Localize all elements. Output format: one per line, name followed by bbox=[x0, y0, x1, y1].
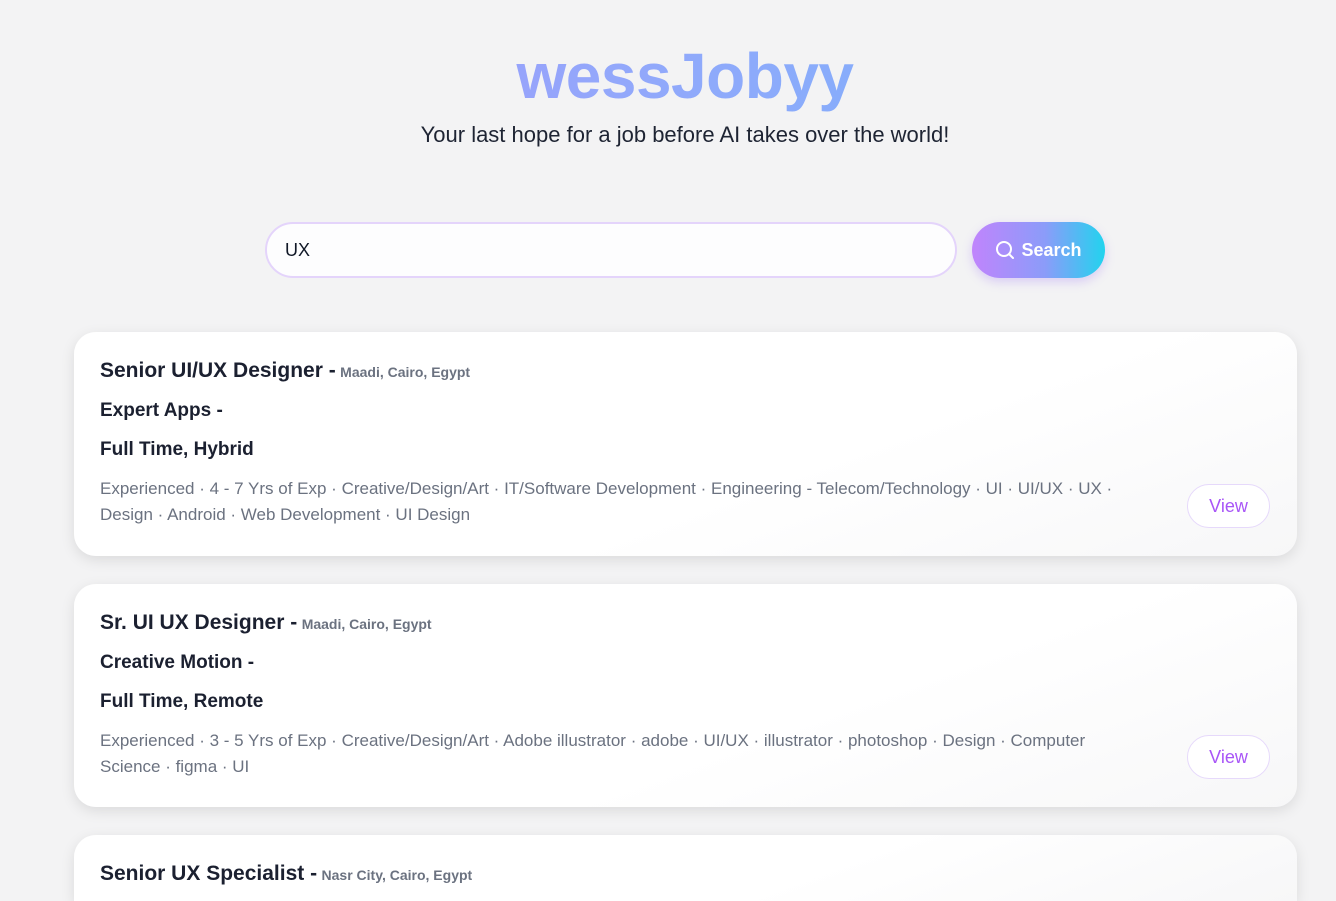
job-title: Sr. UI UX Designer - bbox=[100, 611, 298, 634]
job-location: Maadi, Cairo, Egypt bbox=[301, 616, 432, 632]
search-button-label: Search bbox=[1021, 239, 1082, 260]
job-tags: Experienced · 4 - 7 Yrs of Exp · Creativ… bbox=[100, 479, 1113, 524]
job-card: Sr. UI UX Designer - Maadi, Cairo, Egypt… bbox=[74, 584, 1297, 807]
brand-title: wessJobyy bbox=[0, 38, 1336, 114]
job-title-row: Sr. UI UX Designer - Maadi, Cairo, Egypt bbox=[100, 611, 432, 635]
job-company: Creative Motion - bbox=[100, 652, 255, 673]
job-title: Senior UX Specialist - bbox=[100, 862, 318, 885]
job-location: Maadi, Cairo, Egypt bbox=[340, 364, 471, 380]
search-button[interactable]: Search bbox=[972, 222, 1105, 278]
job-card: Senior UI/UX Designer - Maadi, Cairo, Eg… bbox=[74, 332, 1297, 556]
job-type: Full Time, Remote bbox=[100, 691, 264, 712]
search-icon bbox=[995, 240, 1015, 260]
job-location: Nasr City, Cairo, Egypt bbox=[321, 867, 473, 883]
job-type: Full Time, Hybrid bbox=[100, 439, 254, 460]
job-title: Senior UI/UX Designer - bbox=[100, 359, 336, 382]
tagline: Your last hope for a job before AI takes… bbox=[420, 122, 950, 147]
job-card: Senior UX Specialist - Nasr City, Cairo,… bbox=[74, 835, 1297, 901]
job-title-row: Senior UI/UX Designer - Maadi, Cairo, Eg… bbox=[100, 359, 470, 383]
search-input[interactable] bbox=[265, 222, 957, 278]
job-tags: Experienced · 3 - 5 Yrs of Exp · Creativ… bbox=[100, 731, 1086, 776]
view-button[interactable]: View bbox=[1187, 735, 1270, 779]
job-company: Expert Apps - bbox=[100, 400, 223, 421]
job-title-row: Senior UX Specialist - Nasr City, Cairo,… bbox=[100, 862, 472, 886]
view-button[interactable]: View bbox=[1187, 484, 1270, 528]
